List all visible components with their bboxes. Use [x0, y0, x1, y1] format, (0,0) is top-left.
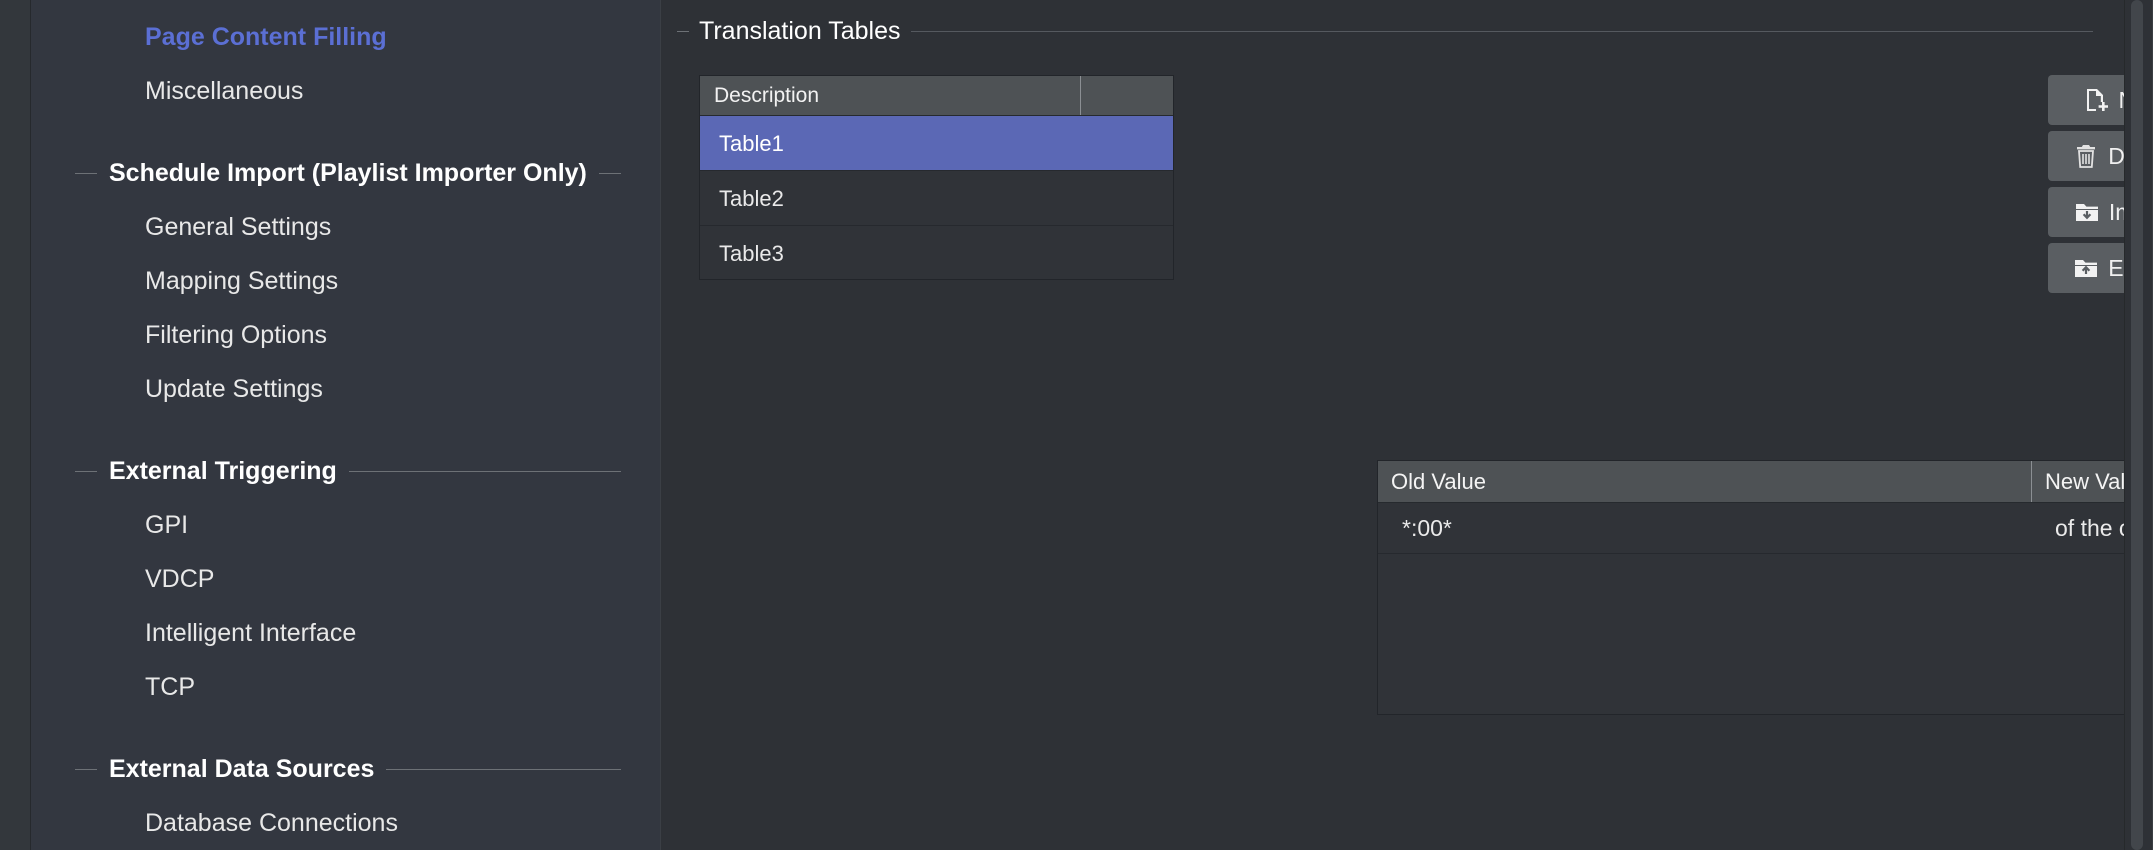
sidebar-item-label: Update Settings	[145, 375, 323, 403]
group-rule-left	[75, 173, 97, 174]
vertical-scrollbar[interactable]	[2124, 0, 2153, 850]
scrollbar-thumb[interactable]	[2131, 0, 2143, 850]
new-document-icon	[2083, 87, 2109, 113]
sidebar-item-label: GPI	[145, 511, 188, 539]
settings-sidebar[interactable]: Page Content Filling Miscellaneous Sched…	[31, 0, 661, 850]
sidebar-item-general-settings[interactable]: General Settings	[31, 200, 661, 254]
group-rule-left	[75, 471, 97, 472]
sidebar-group-schedule-import: Schedule Import (Playlist Importer Only)	[31, 146, 661, 200]
sidebar-item-label: Miscellaneous	[145, 77, 303, 105]
column-header-description[interactable]: Description	[700, 76, 1080, 115]
column-header-old-value[interactable]: Old Value	[1378, 461, 2031, 502]
group-rule-right	[599, 173, 621, 174]
panel-title: Translation Tables	[689, 17, 911, 46]
settings-window: Page Content Filling Miscellaneous Sched…	[0, 0, 2153, 850]
tables-grid-header: Description	[700, 76, 1173, 116]
nav-rail	[0, 0, 31, 850]
cell-old-value[interactable]: *:00*	[1378, 503, 2031, 553]
sidebar-group-external-triggering: External Triggering	[31, 444, 661, 498]
sidebar-item-database-connections[interactable]: Database Connections	[31, 796, 661, 850]
sidebar-item-intelligent-interface[interactable]: Intelligent Interface	[31, 606, 661, 660]
sidebar-item-label: Page Content Filling	[145, 23, 387, 51]
sidebar-item-vdcp[interactable]: VDCP	[31, 552, 661, 606]
sidebar-group-label: External Triggering	[97, 457, 349, 486]
sidebar-item-mapping-settings[interactable]: Mapping Settings	[31, 254, 661, 308]
group-rule-right	[349, 471, 621, 472]
sidebar-item-tcp[interactable]: TCP	[31, 660, 661, 714]
translation-tables-grid[interactable]: Description Table1 Table2 Table3	[699, 75, 1174, 280]
group-rule-right	[911, 31, 2093, 32]
sidebar-item-label: Intelligent Interface	[145, 619, 356, 647]
values-grid-header: Old Value New Value	[1378, 461, 2153, 503]
table-row[interactable]: Table2	[700, 171, 1173, 226]
trash-icon	[2073, 143, 2099, 169]
translation-tables-group-header: Translation Tables	[677, 18, 2093, 44]
sidebar-item-miscellaneous[interactable]: Miscellaneous	[31, 64, 661, 118]
sidebar-item-label: Filtering Options	[145, 321, 327, 349]
sidebar-item-label: TCP	[145, 673, 195, 701]
sidebar-group-external-data-sources: External Data Sources	[31, 742, 661, 796]
table-cell-description: Table1	[719, 131, 784, 156]
sidebar-item-gpi[interactable]: GPI	[31, 498, 661, 552]
table-cell-description: Table2	[719, 186, 784, 211]
folder-import-icon	[2074, 199, 2100, 225]
folder-export-icon	[2073, 255, 2099, 281]
sidebar-item-page-content-filling[interactable]: Page Content Filling	[31, 10, 661, 64]
table-row[interactable]: Table3	[700, 226, 1173, 280]
group-rule-left	[677, 31, 689, 32]
sidebar-group-label: External Data Sources	[97, 755, 386, 784]
sidebar-item-update-settings[interactable]: Update Settings	[31, 362, 661, 416]
column-header-blank[interactable]	[1080, 76, 1173, 115]
group-rule-left	[75, 769, 97, 770]
table-row[interactable]: Table1	[700, 116, 1173, 171]
translation-tables-panel: Translation Tables Description Table1 Ta…	[661, 0, 2153, 850]
sidebar-item-label: Mapping Settings	[145, 267, 338, 295]
group-rule-right	[386, 769, 621, 770]
table-cell-description: Table3	[719, 241, 784, 266]
table-row[interactable]: *:00* of the clock	[1378, 503, 2153, 554]
sidebar-item-label: General Settings	[145, 213, 331, 241]
sidebar-item-filtering-options[interactable]: Filtering Options	[31, 308, 661, 362]
translation-values-grid[interactable]: Old Value New Value *:00* of the clock	[1377, 460, 2153, 715]
sidebar-item-label: Database Connections	[145, 809, 398, 837]
sidebar-item-label: VDCP	[145, 565, 214, 593]
sidebar-group-label: Schedule Import (Playlist Importer Only)	[97, 159, 599, 188]
